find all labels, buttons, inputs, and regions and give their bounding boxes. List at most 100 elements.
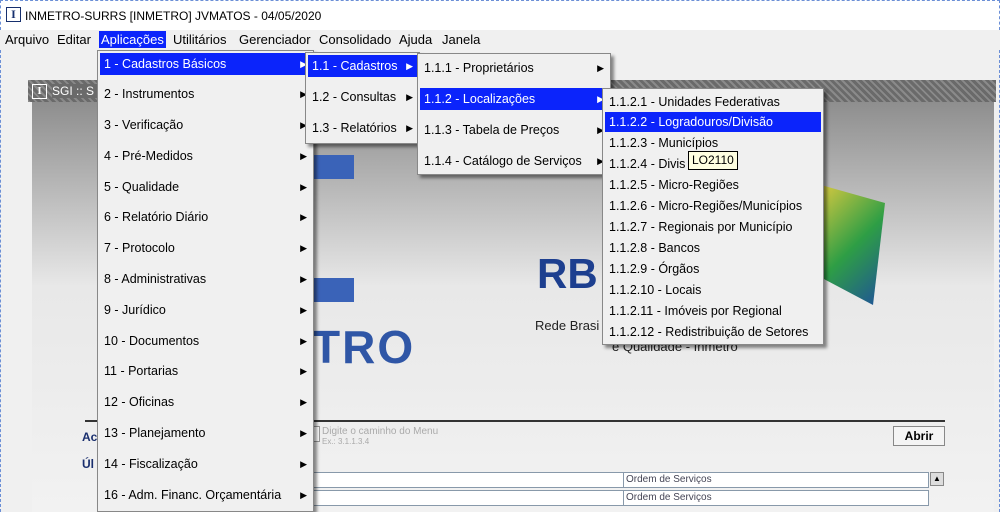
menu-item-label: 3 - Verificação bbox=[104, 118, 184, 132]
submenu-arrow-icon: ▶ bbox=[300, 428, 307, 438]
menu-item-imoveis-por-regional[interactable]: 1.1.2.11 - Imóveis por Regional bbox=[605, 301, 821, 321]
menu-item-micro-regioes-municipios[interactable]: 1.1.2.6 - Micro-Regiões/Municípios bbox=[605, 196, 821, 216]
menu-item-planejamento[interactable]: 13 - Planejamento ▶ bbox=[100, 422, 311, 444]
menu-item-juridico[interactable]: 9 - Jurídico ▶ bbox=[100, 299, 311, 321]
menu-item-fiscalizacao[interactable]: 14 - Fiscalização ▶ bbox=[100, 453, 311, 475]
submenu-arrow-icon: ▶ bbox=[300, 397, 307, 407]
menu-item-label: 12 - Oficinas bbox=[104, 395, 175, 409]
menu-editar[interactable]: Editar bbox=[57, 32, 91, 47]
menubar: Arquivo Editar Aplicações Utilitários Ge… bbox=[0, 30, 1000, 50]
menu-item-logradouros-divisao[interactable]: 1.1.2.2 - Logradouros/Divisão bbox=[605, 112, 821, 132]
tooltip: LO2110 bbox=[688, 151, 738, 170]
window-title: INMETRO-SURRS [INMETRO] JVMATOS - 04/05/… bbox=[25, 9, 322, 23]
rede-brasileira-text: Rede Brasi bbox=[535, 318, 600, 333]
scroll-up-icon[interactable]: ▲ bbox=[930, 472, 944, 486]
menu-path-hint: Digite o caminho do Menu Ex.: 3.1.1.3.4 bbox=[322, 426, 438, 446]
inner-window-title: SGI :: S bbox=[52, 84, 99, 98]
submenu-arrow-icon: ▶ bbox=[406, 123, 413, 133]
logo-block-top bbox=[312, 155, 354, 179]
window-titlebar: I INMETRO-SURRS [INMETRO] JVMATOS - 04/0… bbox=[0, 0, 1000, 30]
acao-label: Ac bbox=[82, 430, 98, 444]
menu-item-municipios[interactable]: 1.1.2.3 - Municípios bbox=[605, 133, 821, 153]
menu-item-label: 4 - Pré-Medidos bbox=[104, 149, 193, 163]
menu-item-localizacoes[interactable]: 1.1.2 - Localizações ▶ bbox=[420, 88, 608, 110]
menu-item-bancos[interactable]: 1.1.2.8 - Bancos bbox=[605, 238, 821, 258]
menu-item-label: 1.2 - Consultas bbox=[312, 90, 397, 104]
menu-item-tabela-de-precos[interactable]: 1.1.3 - Tabela de Preços ▶ bbox=[420, 119, 608, 141]
submenu-arrow-icon: ▶ bbox=[300, 274, 307, 284]
menu-item-qualidade[interactable]: 5 - Qualidade ▶ bbox=[100, 176, 311, 198]
menu-item-label: 13 - Planejamento bbox=[104, 426, 206, 440]
menu-item-orgaos[interactable]: 1.1.2.9 - Órgãos bbox=[605, 259, 821, 279]
menu-item-label: 10 - Documentos bbox=[104, 334, 200, 348]
abrir-button[interactable]: Abrir bbox=[893, 426, 945, 446]
menu-arquivo[interactable]: Arquivo bbox=[5, 32, 49, 47]
menu-item-label: 1.1.1 - Proprietários bbox=[424, 61, 534, 75]
menu-item-label: 1.3 - Relatórios bbox=[312, 121, 397, 135]
submenu-arrow-icon: ▶ bbox=[300, 151, 307, 161]
menu-item-protocolo[interactable]: 7 - Protocolo ▶ bbox=[100, 237, 311, 259]
menu-item-portarias[interactable]: 11 - Portarias ▶ bbox=[100, 360, 311, 382]
submenu-arrow-icon: ▶ bbox=[406, 61, 413, 71]
inmetro-app-icon[interactable]: I bbox=[6, 7, 21, 22]
menu-item-redistribuicao-de-setores[interactable]: 1.1.2.12 - Redistribuição de Setores bbox=[605, 322, 821, 342]
menu-cadastros-submenu: 1.1.1 - Proprietários ▶ 1.1.2 - Localizaç… bbox=[417, 53, 611, 175]
submenu-arrow-icon: ▶ bbox=[300, 212, 307, 222]
submenu-arrow-icon: ▶ bbox=[300, 366, 307, 376]
menu-item-documentos[interactable]: 10 - Documentos ▶ bbox=[100, 330, 311, 352]
menu-item-relatorio-diario[interactable]: 6 - Relatório Diário ▶ bbox=[100, 206, 311, 228]
menu-item-oficinas[interactable]: 12 - Oficinas ▶ bbox=[100, 391, 311, 413]
menu-item-pre-medidos[interactable]: 4 - Pré-Medidos ▶ bbox=[100, 145, 311, 167]
menu-cadastros-basicos-submenu: 1.1 - Cadastros ▶ 1.2 - Consultas ▶ 1.3 - … bbox=[305, 52, 420, 144]
table-cell: Ordem de Serviços bbox=[623, 473, 931, 487]
submenu-arrow-icon: ▶ bbox=[406, 92, 413, 102]
menu-item-proprietarios[interactable]: 1.1.1 - Proprietários ▶ bbox=[420, 57, 608, 79]
menu-item-label: 7 - Protocolo bbox=[104, 241, 175, 255]
menu-path-hint-text: Digite o caminho do Menu bbox=[322, 426, 439, 437]
menu-item-locais[interactable]: 1.1.2.10 - Locais bbox=[605, 280, 821, 300]
menu-item-label: 1.1 - Cadastros bbox=[312, 59, 398, 73]
menu-aplicacoes-dropdown: 1 - Cadastros Básicos ▶ 2 - Instrumentos ▶… bbox=[97, 50, 314, 512]
menu-item-administrativas[interactable]: 8 - Administrativas ▶ bbox=[100, 268, 311, 290]
menu-item-adm-financ-orcamentaria[interactable]: 16 - Adm. Financ. Orçamentária ▶ bbox=[100, 484, 311, 506]
menu-item-unidades-federativas[interactable]: 1.1.2.1 - Unidades Federativas bbox=[605, 92, 821, 112]
logo-block-bottom bbox=[312, 278, 354, 302]
menu-item-label: 16 - Adm. Financ. Orçamentária bbox=[104, 488, 282, 502]
menu-janela[interactable]: Janela bbox=[442, 32, 480, 47]
menu-utilitarios[interactable]: Utilitários bbox=[173, 32, 226, 47]
menu-item-label: 1.1.2 - Localizações bbox=[424, 92, 536, 106]
menu-ajuda[interactable]: Ajuda bbox=[399, 32, 432, 47]
menu-aplicacoes[interactable]: Aplicações bbox=[99, 31, 166, 48]
menu-item-label: 11 - Portarias bbox=[104, 364, 179, 378]
menu-path-example: Ex.: 3.1.1.3.4 bbox=[322, 437, 370, 446]
menu-item-label: 14 - Fiscalização bbox=[104, 457, 198, 471]
menu-item-label: 1.1.4 - Catálogo de Serviços bbox=[424, 154, 582, 168]
submenu-arrow-icon: ▶ bbox=[597, 63, 604, 73]
submenu-arrow-icon: ▶ bbox=[300, 459, 307, 469]
menu-item-micro-regioes[interactable]: 1.1.2.5 - Micro-Regiões bbox=[605, 175, 821, 195]
menu-item-label: 1 - Cadastros Básicos bbox=[104, 57, 227, 71]
menu-item-relatorios[interactable]: 1.3 - Relatórios ▶ bbox=[308, 117, 417, 139]
rbmlq-logo-text: RB bbox=[537, 250, 598, 297]
menu-item-label: 1.1.3 - Tabela de Preços bbox=[424, 123, 560, 137]
submenu-arrow-icon: ▶ bbox=[300, 490, 307, 500]
menu-item-verificacao[interactable]: 3 - Verificação ▶ bbox=[100, 114, 311, 136]
submenu-arrow-icon: ▶ bbox=[300, 336, 307, 346]
menu-item-cadastros[interactable]: 1.1 - Cadastros ▶ bbox=[308, 55, 417, 77]
inner-window-icon: I bbox=[32, 84, 47, 99]
menu-item-cadastros-basicos[interactable]: 1 - Cadastros Básicos ▶ bbox=[100, 53, 311, 75]
submenu-arrow-icon: ▶ bbox=[300, 243, 307, 253]
menu-item-label: 8 - Administrativas bbox=[104, 272, 207, 286]
menu-gerenciador[interactable]: Gerenciador bbox=[239, 32, 311, 47]
menu-item-regionais-por-municipio[interactable]: 1.1.2.7 - Regionais por Município bbox=[605, 217, 821, 237]
menu-item-instrumentos[interactable]: 2 - Instrumentos ▶ bbox=[100, 83, 311, 105]
table-cell: Ordem de Serviços bbox=[623, 491, 931, 505]
menu-consolidado[interactable]: Consolidado bbox=[319, 32, 391, 47]
menu-localizacoes-submenu: 1.1.2.1 - Unidades Federativas 1.1.2.2 -… bbox=[602, 88, 824, 345]
menu-item-label: 5 - Qualidade bbox=[104, 180, 180, 194]
logo-tro-text: TRO bbox=[312, 321, 416, 373]
menu-item-catalogo-de-servicos[interactable]: 1.1.4 - Catálogo de Serviços ▶ bbox=[420, 150, 608, 172]
ultimos-label: Úl bbox=[82, 457, 94, 471]
submenu-arrow-icon: ▶ bbox=[300, 305, 307, 315]
menu-item-consultas[interactable]: 1.2 - Consultas ▶ bbox=[308, 86, 417, 108]
